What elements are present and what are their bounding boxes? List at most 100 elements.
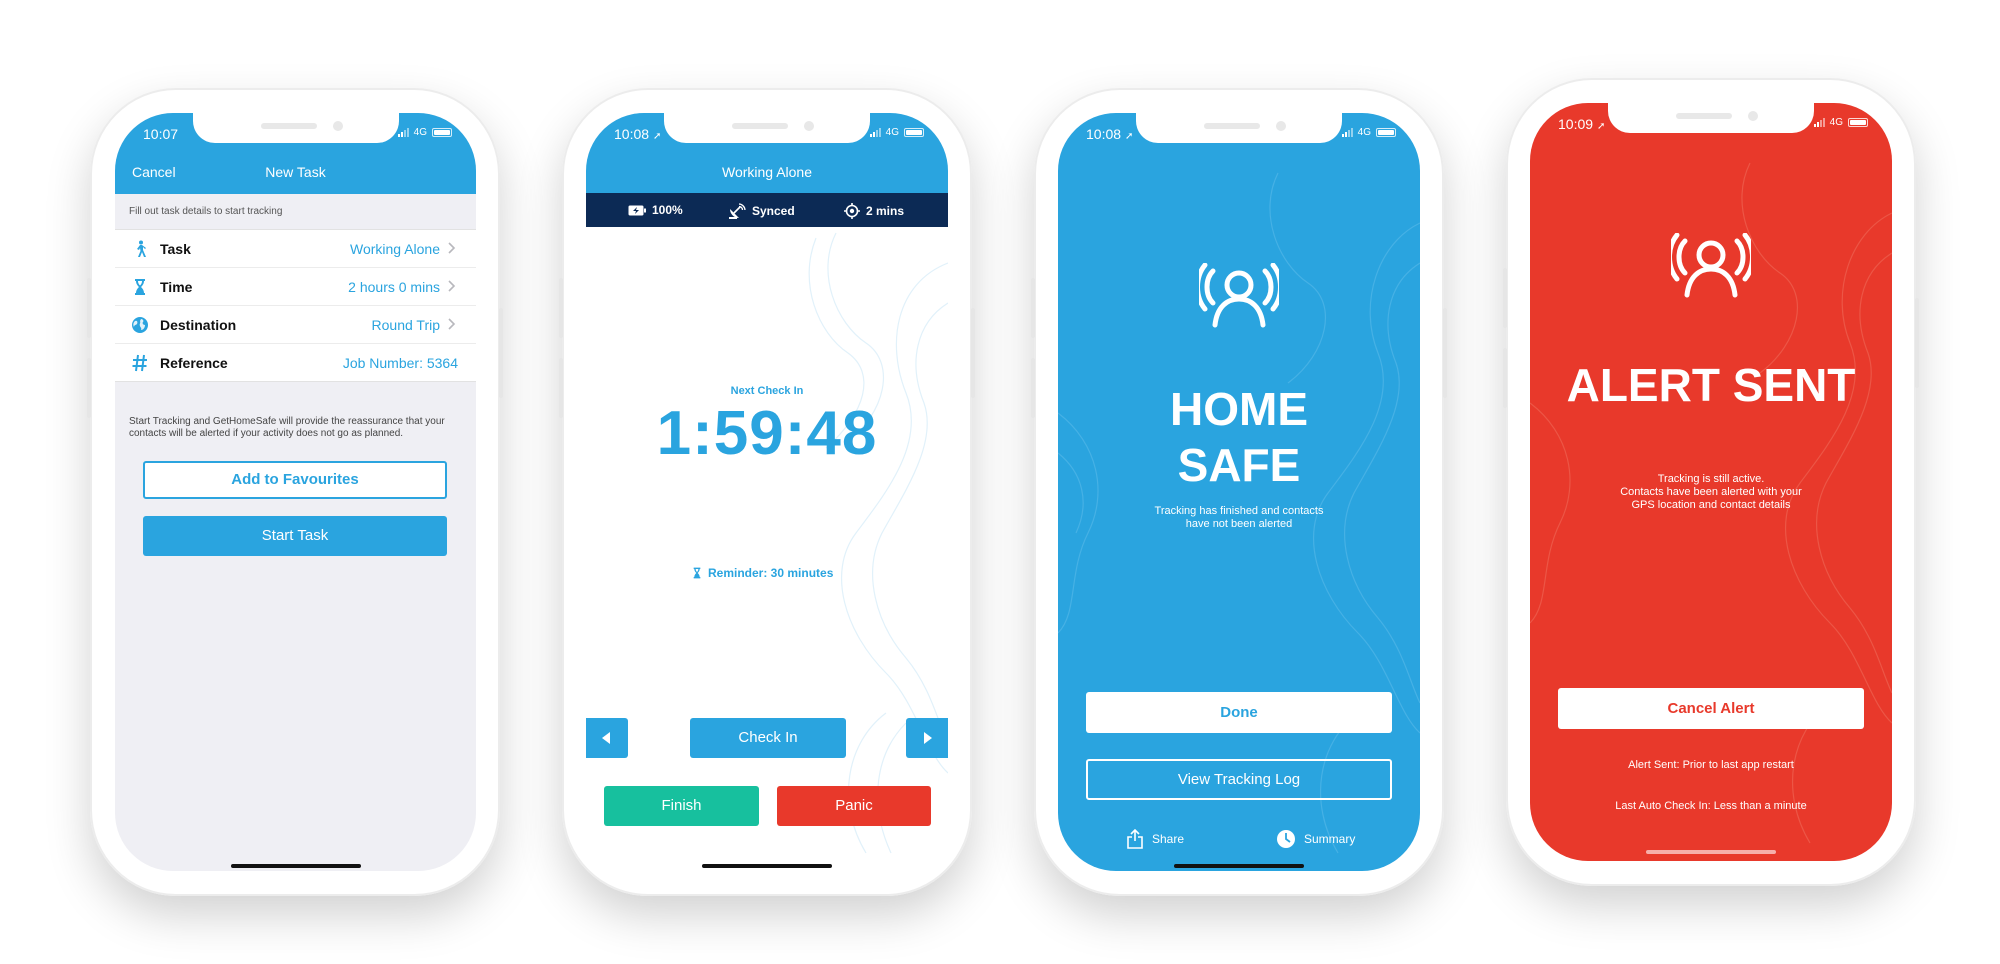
info-text: Start Tracking and GetHomeSafe will prov… <box>129 416 445 439</box>
notch <box>1136 113 1342 143</box>
row-label: Task <box>160 241 191 257</box>
walking-person-icon <box>137 240 146 257</box>
screen-new-task: 10:07 4G Cancel New Task Fill out task d… <box>115 113 476 871</box>
next-button[interactable] <box>906 718 948 758</box>
gethomesafe-logo-icon <box>1199 263 1279 328</box>
view-tracking-log-button[interactable]: View Tracking Log <box>1086 759 1392 800</box>
reminder: Reminder: 30 minutes <box>691 565 833 581</box>
alert-sent-headline: ALERT SENT <box>1566 359 1856 411</box>
screen-alert-sent: 10:09 ➚ 4G ALERT SENT Tracking is still … <box>1530 103 1892 861</box>
cancel-alert-button[interactable]: Cancel Alert <box>1558 688 1864 729</box>
power-button <box>499 308 503 398</box>
location-arrow-icon: ➚ <box>1124 131 1134 142</box>
countdown-timer: 1:59:48 <box>656 399 878 468</box>
finish-button[interactable]: Finish <box>604 786 759 826</box>
previous-button[interactable] <box>586 718 628 758</box>
chevron-right-icon <box>448 242 456 254</box>
row-task[interactable]: Task Working Alone <box>115 230 476 268</box>
location-arrow-icon: ➚ <box>652 131 662 142</box>
home-indicator <box>1646 850 1776 854</box>
screen-active-task: 10:08 ➚ 4G Working Alone 100% Synced 2 m… <box>586 113 948 871</box>
screen-home-safe: 10:08 ➚ 4G HOME SAFE Tracking has finish… <box>1058 113 1420 871</box>
status-time: 10:08 ➚ <box>1086 126 1134 142</box>
add-to-favourites-button[interactable]: Add to Favourites <box>143 461 447 499</box>
home-indicator <box>1174 864 1304 868</box>
phone-alert-sent: 10:09 ➚ 4G ALERT SENT Tracking is still … <box>1503 78 1919 886</box>
network-label: 4G <box>1357 127 1371 138</box>
side-button <box>1031 278 1035 338</box>
battery-charging-icon <box>628 205 646 215</box>
home-safe-headline: HOME SAFE <box>1170 383 1308 491</box>
side-button <box>1031 358 1035 418</box>
done-button[interactable]: Done <box>1086 692 1392 733</box>
page-title: New Task <box>265 164 326 180</box>
page-title: Working Alone <box>721 164 812 180</box>
triangle-left-icon <box>602 732 610 744</box>
row-label: Destination <box>160 317 237 333</box>
row-label: Reference <box>160 355 228 371</box>
start-task-button[interactable]: Start Task <box>143 516 447 556</box>
status-time: 10:07 <box>143 126 179 142</box>
side-button <box>1503 348 1507 408</box>
power-button <box>971 308 975 398</box>
hourglass-icon <box>135 279 145 295</box>
signal-icon <box>869 128 881 137</box>
sync-status: Synced <box>728 203 795 219</box>
power-button <box>1915 298 1919 388</box>
gps-status: 2 mins <box>844 203 904 219</box>
tracking-status-bar: 100% Synced 2 mins <box>586 193 948 227</box>
status-time: 10:08 ➚ <box>614 126 662 142</box>
battery-icon <box>432 128 452 137</box>
row-time[interactable]: Time 2 hours 0 mins <box>115 268 476 306</box>
battery-icon <box>904 128 924 137</box>
crosshair-icon <box>844 203 860 219</box>
side-button <box>559 278 563 338</box>
row-label: Time <box>160 279 193 295</box>
phone-home-safe: 10:08 ➚ 4G HOME SAFE Tracking has finish… <box>1031 88 1447 896</box>
signal-icon <box>1813 118 1825 127</box>
check-in-button[interactable]: Check In <box>690 718 846 758</box>
share-icon <box>1127 829 1143 849</box>
alert-sent-info: Alert Sent: Prior to last app restart <box>1628 759 1794 771</box>
signal-icon <box>397 128 409 137</box>
notch <box>192 113 399 143</box>
network-label: 4G <box>413 127 427 138</box>
next-check-in-label: Next Check In <box>730 385 804 397</box>
battery-status: 100% <box>628 203 683 217</box>
signal-icon <box>1341 128 1353 137</box>
summary-button[interactable]: Summary <box>1276 829 1355 849</box>
row-value: Job Number: 5364 <box>342 355 458 371</box>
task-details-list: Task Working Alone Time 2 hours 0 mins D… <box>115 229 476 382</box>
auto-check-in-info: Last Auto Check In: Less than a minute <box>1615 800 1807 812</box>
battery-icon <box>1376 128 1396 137</box>
status-message: Tracking has finished and contacts have … <box>1154 505 1324 530</box>
gethomesafe-logo-icon <box>1671 233 1751 298</box>
home-indicator <box>702 864 832 868</box>
globe-icon <box>132 317 148 333</box>
power-button <box>1443 308 1447 398</box>
status-message: Tracking is still active. Contacts have … <box>1620 473 1802 511</box>
triangle-right-icon <box>924 732 932 744</box>
network-label: 4G <box>1829 117 1843 128</box>
share-button[interactable]: Share <box>1126 829 1184 849</box>
row-value: Round Trip <box>371 317 440 333</box>
notch <box>1608 103 1814 133</box>
phone-active-task: 10:08 ➚ 4G Working Alone 100% Synced 2 m… <box>559 88 975 896</box>
satellite-dish-icon <box>729 203 746 219</box>
side-button <box>1503 268 1507 328</box>
location-arrow-icon: ➚ <box>1596 121 1606 132</box>
hash-icon <box>132 354 147 372</box>
panic-button[interactable]: Panic <box>777 786 931 826</box>
hourglass-icon <box>693 567 701 579</box>
clock-icon <box>1277 830 1295 848</box>
status-time: 10:09 ➚ <box>1558 116 1606 132</box>
row-destination[interactable]: Destination Round Trip <box>115 306 476 344</box>
side-button <box>87 358 91 418</box>
row-value: 2 hours 0 mins <box>348 279 440 295</box>
hint-text: Fill out task details to start tracking <box>129 206 283 217</box>
home-indicator <box>230 864 361 868</box>
chevron-right-icon <box>448 318 456 330</box>
notch <box>664 113 870 143</box>
row-value: Working Alone <box>349 241 440 257</box>
row-reference[interactable]: Reference Job Number: 5364 <box>115 344 476 381</box>
